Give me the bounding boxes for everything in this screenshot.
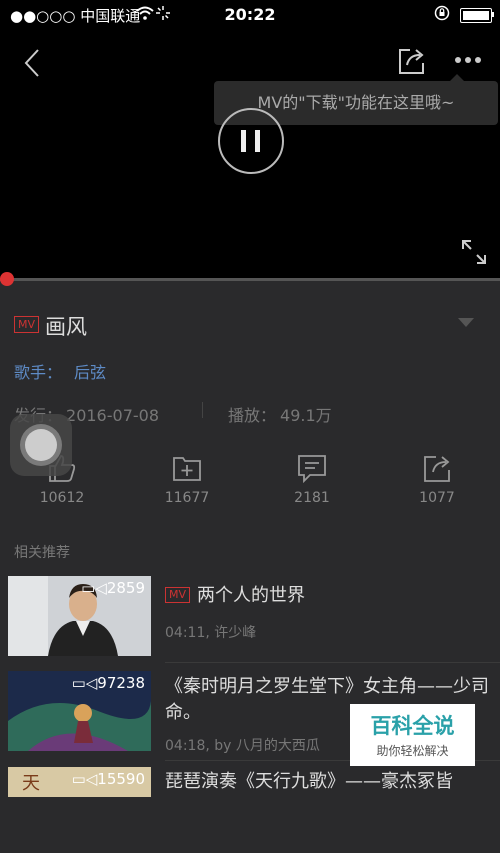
share-button[interactable] — [396, 46, 426, 76]
svg-text:天: 天 — [22, 773, 40, 794]
mv-badge: MV — [14, 316, 40, 333]
video-thumbnail[interactable]: 天 ▭◁15590 — [8, 767, 151, 797]
more-dots-icon — [455, 57, 481, 63]
watermark-subtitle: 助你轻松解决 — [376, 744, 449, 758]
view-count: ▭◁2859 — [81, 579, 145, 597]
share-icon — [424, 456, 450, 482]
song-title: 画风 — [45, 315, 87, 339]
view-count: ▭◁15590 — [71, 770, 145, 788]
comment-count: 2181 — [294, 490, 330, 506]
add-to-folder-icon — [173, 457, 201, 481]
assistive-touch-button[interactable] — [10, 414, 72, 476]
battery-tip — [492, 12, 494, 17]
video-thumbnail[interactable]: ▭◁97238 — [8, 671, 151, 751]
plays-line: 播放： 49.1万 — [228, 402, 332, 426]
expand-details-icon[interactable] — [458, 318, 474, 327]
share-icon — [399, 49, 424, 74]
comment-button[interactable]: 2181 — [262, 452, 362, 512]
share-count: 1077 — [419, 490, 455, 506]
watermark-logo: 百科全说 助你轻松解决 — [350, 704, 475, 766]
fullscreen-button[interactable] — [460, 238, 488, 266]
fullscreen-icon — [462, 240, 486, 264]
battery-icon — [460, 8, 492, 23]
share-action-button[interactable]: 1077 — [387, 452, 487, 512]
singer-line[interactable]: 歌手： 后弦 — [14, 359, 106, 383]
assistive-core — [25, 429, 57, 461]
related-meta: 04:11, 许少峰 — [165, 625, 257, 641]
status-bar: ●●○○○ 中国联通 20:22 — [0, 0, 500, 30]
chevron-left-icon — [24, 49, 39, 77]
related-heading: 相关推荐 — [14, 545, 70, 561]
related-title: 两个人的世界 — [197, 585, 305, 606]
comment-icon — [298, 455, 326, 484]
clock-time: 20:22 — [224, 5, 276, 24]
release-date: 2016-07-08 — [66, 406, 159, 425]
collect-button[interactable]: 11677 — [137, 452, 237, 512]
like-count: 10612 — [39, 490, 85, 506]
related-title: 琵琶演奏《天行九歌》——豪杰冢皆 — [165, 771, 453, 792]
more-options-button[interactable] — [450, 48, 490, 72]
view-count: ▭◁97238 — [71, 674, 145, 692]
singer-name[interactable]: 后弦 — [74, 363, 106, 382]
progress-handle[interactable] — [0, 272, 14, 286]
video-count-icon: ▭◁ — [81, 579, 107, 597]
pause-button[interactable] — [218, 108, 284, 174]
video-count-icon: ▭◁ — [71, 770, 98, 788]
back-button[interactable] — [18, 48, 48, 78]
plays-count: 49.1万 — [280, 406, 332, 425]
plays-label: 播放： — [228, 406, 277, 425]
singer-label: 歌手： — [14, 363, 63, 382]
video-count-icon: ▭◁ — [71, 674, 98, 692]
related-item[interactable]: ▭◁2859 MV 两个人的世界 04:11, 许少峰 — [0, 568, 500, 660]
pause-icon-bar — [255, 130, 260, 152]
related-item[interactable]: 天 ▭◁15590 琵琶演奏《天行九歌》——豪杰冢皆 — [0, 761, 500, 853]
video-thumbnail[interactable]: ▭◁2859 — [8, 576, 151, 656]
rotation-lock-icon — [434, 5, 450, 25]
progress-track[interactable] — [0, 278, 500, 281]
pause-icon — [241, 130, 246, 152]
related-meta: 04:18, by 八月的大西瓜 — [165, 738, 320, 754]
mv-badge: MV — [165, 587, 191, 603]
divider — [202, 402, 203, 418]
collect-count: 11677 — [164, 490, 210, 506]
watermark-title: 百科全说 — [370, 714, 455, 738]
